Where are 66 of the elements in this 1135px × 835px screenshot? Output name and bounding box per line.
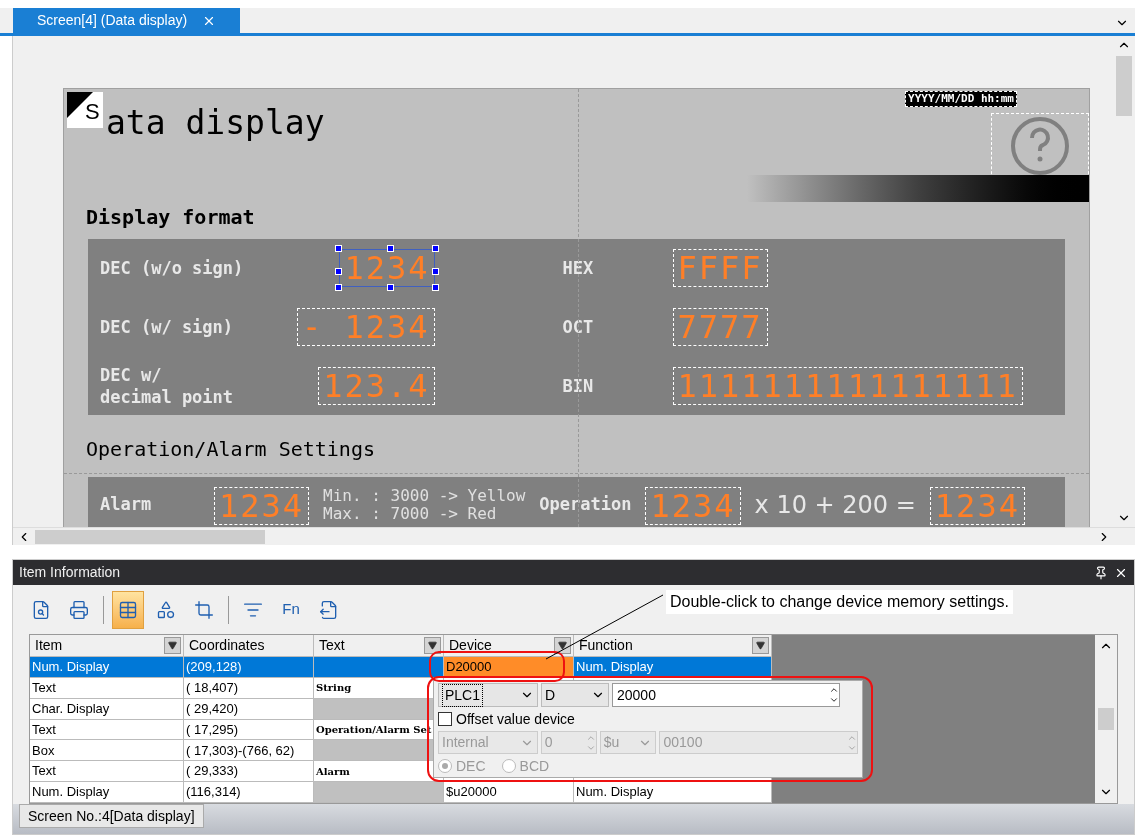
- crop-icon: [194, 599, 214, 620]
- device-dropdown[interactable]: D: [541, 683, 609, 707]
- checkbox-label: Offset value device: [456, 709, 575, 729]
- plc-dropdown[interactable]: PLC1: [438, 683, 538, 707]
- document-tab[interactable]: Screen[4] (Data display): [13, 8, 240, 33]
- scroll-thumb[interactable]: [1116, 56, 1132, 116]
- section-heading: Operation/Alarm Settings: [85, 437, 376, 461]
- table-cell: $u20000: [444, 782, 574, 803]
- alarm-min-text: Min. : 3000 -> Yellow: [323, 487, 526, 505]
- panel-title: Item Information: [19, 563, 121, 582]
- table-cell: D20000: [444, 657, 574, 678]
- table-cell: Num. Display: [30, 782, 184, 803]
- screen-title: ata display: [106, 103, 325, 144]
- table-cell: Num. Display: [30, 657, 184, 678]
- table-cell: Text: [30, 761, 184, 783]
- pin-icon: [1094, 565, 1108, 580]
- offset-value-field: 00100: [658, 731, 858, 754]
- table-cell: Box: [30, 740, 184, 762]
- table-cell: Char. Display: [30, 698, 184, 720]
- datetime-display: YYYY/MM/DD hh:mm: [905, 91, 1017, 107]
- printer-icon: [69, 599, 89, 620]
- resize-handle[interactable]: [431, 245, 439, 253]
- document-export-icon: [319, 599, 339, 620]
- alarm-label: Alarm: [100, 493, 153, 515]
- resize-handle[interactable]: [386, 245, 394, 253]
- table-cell: (209,128): [184, 657, 314, 678]
- format-label: DEC w/ decimal point: [100, 363, 234, 408]
- offset-checkbox[interactable]: [438, 712, 452, 726]
- alarm-max-text: Max. : 7000 -> Red: [323, 505, 498, 523]
- vertical-scrollbar[interactable]: [1113, 36, 1135, 527]
- address-field[interactable]: 20000: [612, 683, 840, 707]
- callout-text: Double-click to change device memory settings.: [666, 590, 1013, 614]
- logo-letter: S: [85, 100, 100, 124]
- scroll-thumb[interactable]: [1098, 708, 1114, 730]
- table-cell: Num. Display: [574, 657, 772, 678]
- resize-handle[interactable]: [386, 284, 394, 292]
- question-icon: [1010, 116, 1070, 176]
- horizontal-scrollbar[interactable]: [13, 527, 1135, 545]
- table-cell: Text: [30, 719, 184, 741]
- table-icon: [118, 599, 138, 620]
- table-cell: ( 17,295): [184, 719, 314, 741]
- number-field: 0: [540, 731, 597, 754]
- radio-label: BCD: [519, 756, 550, 776]
- document-search-icon: [31, 599, 51, 620]
- table-cell: ( 18,407): [184, 677, 314, 699]
- vertical-scrollbar[interactable]: [1095, 635, 1117, 803]
- spin-up-icon: [829, 685, 839, 695]
- table-cell: ( 29,333): [184, 761, 314, 783]
- format-label: OCT: [562, 316, 595, 338]
- format-label: HEX: [562, 257, 595, 280]
- resize-handle[interactable]: [335, 245, 343, 253]
- toolbar-button[interactable]: Fn: [275, 590, 307, 629]
- format-label: DEC (w/ sign): [100, 316, 234, 338]
- scroll-thumb[interactable]: [35, 529, 265, 544]
- status-tab[interactable]: Screen No.:4[Data display]: [19, 804, 204, 828]
- toolbar-button[interactable]: [112, 590, 144, 629]
- format-label: BIN: [562, 374, 595, 397]
- table-cell: Num. Display: [574, 782, 772, 803]
- shapes-icon: [156, 599, 176, 620]
- spin-down-icon: [829, 695, 839, 705]
- format-label: DEC (w/o sign): [100, 257, 244, 280]
- radio-label: DEC: [456, 756, 486, 776]
- section-heading: Display format: [85, 205, 256, 229]
- formula-text: x 10 + 200 =: [754, 490, 916, 521]
- operation-label: Operation: [539, 493, 632, 515]
- table-cell: Text: [30, 677, 184, 699]
